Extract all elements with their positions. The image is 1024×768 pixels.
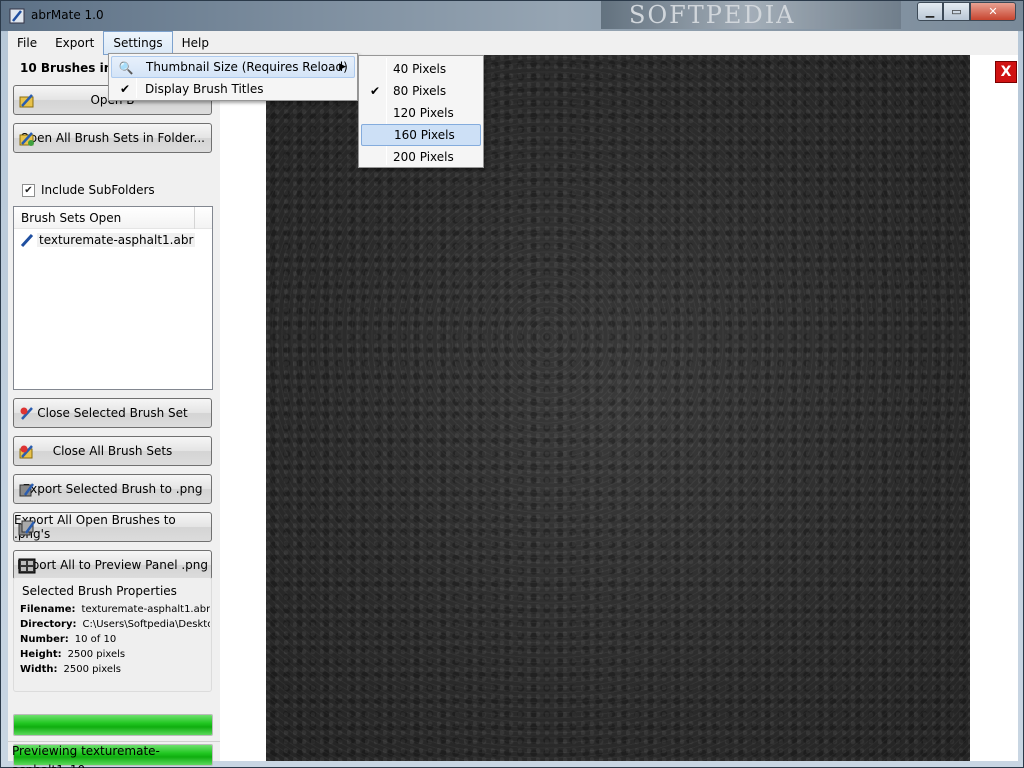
close-selected-brush-set-button[interactable]: Close Selected Brush Set: [13, 398, 212, 428]
watermark-text: SOFTPEDIA: [629, 1, 796, 29]
brush-properties-title: Selected Brush Properties: [22, 584, 177, 598]
width-label: Width:: [20, 664, 58, 675]
prop-filename: Filename: texturemate-asphalt1.abr: [20, 604, 210, 615]
thumbnail-size-label: Thumbnail Size (Requires Reload): [146, 60, 348, 74]
export-all-open-brushes-label: Export All Open Brushes to .png's: [14, 513, 176, 541]
export-preview-icon: [18, 558, 36, 574]
open-icon: [19, 94, 34, 108]
brush-sets-list[interactable]: Brush Sets Open texturemate-asphalt1.abr: [13, 206, 213, 390]
export-all-png-icon: [18, 520, 36, 536]
menu-bar: File Export Settings Help: [8, 31, 1018, 55]
maximize-button[interactable]: ▭: [943, 2, 970, 21]
size-option-120[interactable]: 120 Pixels: [361, 102, 481, 124]
title-bar[interactable]: abrMate 1.0 SOFTPEDIA ▁ ▭ ✕: [1, 1, 1023, 31]
export-all-to-preview-label: Export All to Preview Panel .png: [16, 558, 208, 572]
checkmark-icon: ✔: [119, 82, 131, 96]
prop-width: Width: 2500 pixels: [20, 664, 210, 675]
column-separator: [194, 207, 195, 229]
menu-settings[interactable]: Settings: [103, 31, 173, 55]
include-subfolders-checkbox[interactable]: ✔: [22, 183, 35, 197]
height-label: Height:: [20, 649, 62, 660]
display-brush-titles-menu-item[interactable]: ✔ Display Brush Titles: [111, 78, 355, 100]
close-all-brush-sets-label: Close All Brush Sets: [52, 444, 173, 458]
menu-file[interactable]: File: [8, 31, 46, 55]
prop-directory: Directory: C:\Users\Softpedia\Desktop\tex…: [20, 619, 210, 630]
size-option-label: 160 Pixels: [394, 128, 455, 142]
size-option-200[interactable]: 200 Pixels: [361, 146, 481, 168]
size-option-160[interactable]: 160 Pixels: [361, 124, 481, 146]
close-all-icon: [19, 445, 33, 459]
close-set-icon: [20, 407, 33, 420]
size-option-80[interactable]: ✔ 80 Pixels: [361, 80, 481, 102]
menu-help[interactable]: Help: [173, 31, 218, 55]
list-item[interactable]: texturemate-asphalt1.abr: [14, 231, 212, 249]
number-value: 10 of 10: [74, 634, 117, 645]
directory-value: C:\Users\Softpedia\Desktop\text: [82, 619, 210, 630]
submenu-arrow-icon: ▶: [339, 62, 346, 72]
close-preview-button[interactable]: X: [995, 61, 1017, 83]
app-icon: [9, 8, 25, 24]
size-option-label: 200 Pixels: [393, 150, 454, 164]
preview-panel[interactable]: X: [220, 55, 1018, 761]
open-all-brush-sets-label: Open All Brush Sets in Folder...: [20, 131, 205, 145]
brush-properties-panel: Selected Brush Properties Filename: textu…: [13, 577, 212, 692]
window-title: abrMate 1.0: [31, 8, 104, 22]
directory-label: Directory:: [20, 619, 77, 630]
menu-export[interactable]: Export: [46, 31, 103, 55]
size-option-label: 120 Pixels: [393, 106, 454, 120]
size-option-label: 40 Pixels: [393, 62, 447, 76]
export-selected-brush-button[interactable]: Export Selected Brush to .png: [13, 474, 212, 504]
include-subfolders-row[interactable]: ✔ Include SubFolders: [22, 183, 155, 197]
export-selected-brush-label: Export Selected Brush to .png: [22, 482, 203, 496]
status-bar: Previewing texturemate-asphalt1_10: [8, 741, 220, 768]
prop-height: Height: 2500 pixels: [20, 649, 210, 660]
include-subfolders-label: Include SubFolders: [41, 183, 155, 197]
close-all-brush-sets-button[interactable]: Close All Brush Sets: [13, 436, 212, 466]
height-value: 2500 pixels: [67, 649, 126, 660]
app-window: abrMate 1.0 SOFTPEDIA ▁ ▭ ✕ File Export …: [0, 0, 1024, 768]
thumbnail-size-menu-item[interactable]: 🔍 Thumbnail Size (Requires Reload) ▶: [111, 56, 355, 78]
size-option-label: 80 Pixels: [393, 84, 447, 98]
prop-number: Number: 10 of 10: [20, 634, 210, 645]
number-label: Number:: [20, 634, 69, 645]
brush-set-name: texturemate-asphalt1.abr: [37, 233, 196, 247]
filename-label: Filename:: [20, 604, 76, 615]
export-all-open-brushes-button[interactable]: Export All Open Brushes to .png's: [13, 512, 212, 542]
display-brush-titles-label: Display Brush Titles: [145, 82, 264, 96]
left-panel: 10 Brushes in 1 Open B Open All Brush Se…: [8, 55, 220, 766]
open-folder-icon: [19, 132, 34, 146]
thumbnail-size-submenu: 40 Pixels ✔ 80 Pixels 120 Pixels 160 Pixe…: [358, 55, 484, 168]
window-close-button[interactable]: ✕: [970, 2, 1016, 21]
size-option-40[interactable]: 40 Pixels: [361, 58, 481, 80]
checkmark-icon: ✔: [369, 84, 381, 98]
export-png-icon: [19, 483, 35, 497]
brush-sets-list-header[interactable]: Brush Sets Open: [14, 207, 212, 229]
brush-icon: [20, 233, 34, 247]
client-area: File Export Settings Help 10 Brushes in …: [8, 31, 1018, 768]
settings-dropdown: 🔍 Thumbnail Size (Requires Reload) ▶ ✔ D…: [108, 53, 358, 101]
width-value: 2500 pixels: [63, 664, 122, 675]
watermark-image: SOFTPEDIA: [601, 1, 901, 29]
close-selected-brush-set-label: Close Selected Brush Set: [37, 406, 188, 420]
minimize-button[interactable]: ▁: [917, 2, 943, 21]
magnifier-icon: 🔍: [118, 61, 134, 75]
filename-value: texturemate-asphalt1.abr: [81, 604, 210, 615]
export-all-to-preview-button[interactable]: Export All to Preview Panel .png: [13, 550, 212, 580]
progress-bar-1: [13, 714, 213, 736]
progress-fill-1: [14, 715, 212, 735]
open-all-brush-sets-button[interactable]: Open All Brush Sets in Folder...: [13, 123, 212, 153]
